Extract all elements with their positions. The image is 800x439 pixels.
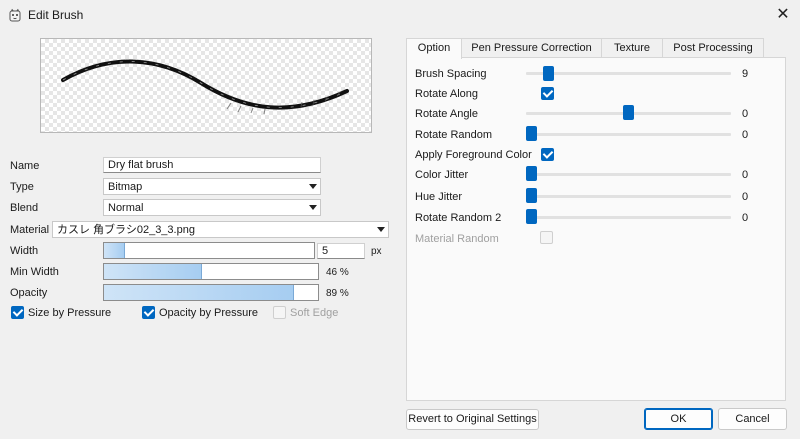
- size-by-pressure-label: Size by Pressure: [28, 307, 112, 319]
- tab-pen-pressure-correction[interactable]: Pen Pressure Correction: [461, 38, 602, 58]
- rotate-random-thumb[interactable]: [526, 126, 537, 141]
- brush-spacing-thumb[interactable]: [543, 66, 555, 81]
- opacity-slider[interactable]: [103, 284, 319, 301]
- width-label: Width: [10, 245, 39, 257]
- rotate-random-label: Rotate Random: [415, 129, 493, 141]
- material-random-checkbox[interactable]: [540, 231, 553, 244]
- opacity-by-pressure-checkbox[interactable]: [142, 306, 155, 319]
- close-icon[interactable]: ✕: [772, 4, 794, 26]
- apply-foreground-color-checkbox[interactable]: [541, 148, 554, 161]
- tab-option[interactable]: Option: [406, 38, 462, 59]
- hue-jitter-thumb[interactable]: [526, 188, 537, 203]
- revert-button[interactable]: Revert to Original Settings: [406, 409, 539, 430]
- color-jitter-value: 0: [742, 169, 749, 181]
- brush-spacing-track[interactable]: [526, 72, 731, 75]
- blend-select-value: Normal: [108, 202, 144, 214]
- rotate-angle-thumb[interactable]: [623, 105, 634, 120]
- type-select[interactable]: Bitmap: [103, 178, 321, 195]
- tab-strip: Option Pen Pressure Correction Texture P…: [406, 38, 786, 59]
- rotate-random-2-value: 0: [742, 212, 749, 224]
- blend-label: Blend: [10, 202, 39, 214]
- material-label: Material: [10, 224, 50, 236]
- min-width-slider[interactable]: [103, 263, 319, 280]
- rotate-random-2-track[interactable]: [526, 216, 731, 219]
- width-unit: px: [371, 246, 382, 257]
- opacity-value: 89 %: [326, 288, 349, 299]
- blend-select[interactable]: Normal: [103, 199, 321, 216]
- name-label: Name: [10, 160, 40, 172]
- brush-spacing-label: Brush Spacing: [415, 68, 487, 80]
- name-field[interactable]: Dry flat brush: [103, 157, 321, 173]
- title-bar: [0, 0, 800, 30]
- rotate-along-checkbox[interactable]: [541, 87, 554, 100]
- color-jitter-track[interactable]: [526, 173, 731, 176]
- type-select-value: Bitmap: [108, 181, 143, 193]
- type-label: Type: [10, 181, 34, 193]
- rotate-along-label: Rotate Along: [415, 88, 478, 100]
- cancel-button[interactable]: Cancel: [718, 408, 787, 430]
- hue-jitter-track[interactable]: [526, 195, 731, 198]
- size-by-pressure-checkbox[interactable]: [11, 306, 24, 319]
- hue-jitter-label: Hue Jitter: [415, 191, 463, 203]
- rotate-angle-label: Rotate Angle: [415, 108, 478, 120]
- opacity-slider-fill: [104, 285, 295, 300]
- brush-preview: [40, 38, 372, 133]
- hue-jitter-value: 0: [742, 191, 749, 203]
- soft-edge-label: Soft Edge: [290, 307, 339, 319]
- opacity-by-pressure-label: Opacity by Pressure: [159, 307, 259, 319]
- width-slider-fill: [104, 243, 125, 258]
- soft-edge-checkbox[interactable]: [273, 306, 286, 319]
- chevron-down-icon: [309, 205, 317, 210]
- window-title: Edit Brush: [28, 8, 84, 22]
- rotate-random-2-thumb[interactable]: [526, 209, 537, 224]
- width-slider[interactable]: [103, 242, 315, 259]
- rotate-random-track[interactable]: [526, 133, 731, 136]
- min-width-value: 46 %: [326, 267, 349, 278]
- brush-app-icon: [8, 8, 22, 22]
- material-select-value: カスレ 角ブラシ02_3_3.png: [57, 224, 195, 236]
- color-jitter-thumb[interactable]: [526, 166, 537, 181]
- opacity-label: Opacity: [10, 287, 48, 299]
- min-width-slider-fill: [104, 264, 203, 279]
- color-jitter-label: Color Jitter: [415, 169, 469, 181]
- material-random-label: Material Random: [415, 233, 499, 245]
- material-select[interactable]: カスレ 角ブラシ02_3_3.png: [52, 221, 389, 238]
- width-field[interactable]: 5: [317, 243, 365, 259]
- ok-button[interactable]: OK: [644, 408, 713, 430]
- tab-post-processing[interactable]: Post Processing: [662, 38, 764, 58]
- min-width-label: Min Width: [10, 266, 59, 278]
- brush-spacing-value: 9: [742, 68, 749, 80]
- tab-texture[interactable]: Texture: [601, 38, 663, 58]
- apply-foreground-color-label: Apply Foreground Color: [415, 149, 532, 161]
- rotate-angle-value: 0: [742, 108, 749, 120]
- rotate-random-value: 0: [742, 129, 749, 141]
- chevron-down-icon: [309, 184, 317, 189]
- stroke-preview: [61, 59, 349, 115]
- rotate-random-2-label: Rotate Random 2: [415, 212, 502, 224]
- chevron-down-icon: [377, 227, 385, 232]
